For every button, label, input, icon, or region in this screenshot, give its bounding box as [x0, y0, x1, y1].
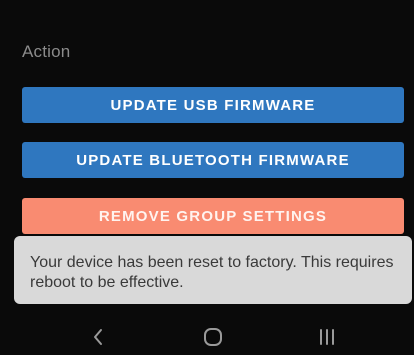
- remove-group-settings-button[interactable]: REMOVE GROUP SETTINGS: [22, 198, 404, 234]
- back-button[interactable]: [78, 322, 118, 352]
- toast-message: Your device has been reset to factory. T…: [14, 236, 412, 304]
- recents-bars-icon: [320, 329, 334, 345]
- chevron-left-icon: [94, 329, 102, 345]
- update-usb-firmware-button[interactable]: UPDATE USB FIRMWARE: [22, 87, 404, 123]
- recents-button[interactable]: [307, 322, 347, 352]
- circle-home-icon: [204, 328, 222, 346]
- navigation-bar: [0, 318, 414, 355]
- section-label-action: Action: [22, 42, 71, 61]
- app-screen: Action UPDATE USB FIRMWARE UPDATE BLUETO…: [0, 0, 414, 355]
- home-button[interactable]: [193, 322, 233, 352]
- update-bluetooth-firmware-button[interactable]: UPDATE BLUETOOTH FIRMWARE: [22, 142, 404, 178]
